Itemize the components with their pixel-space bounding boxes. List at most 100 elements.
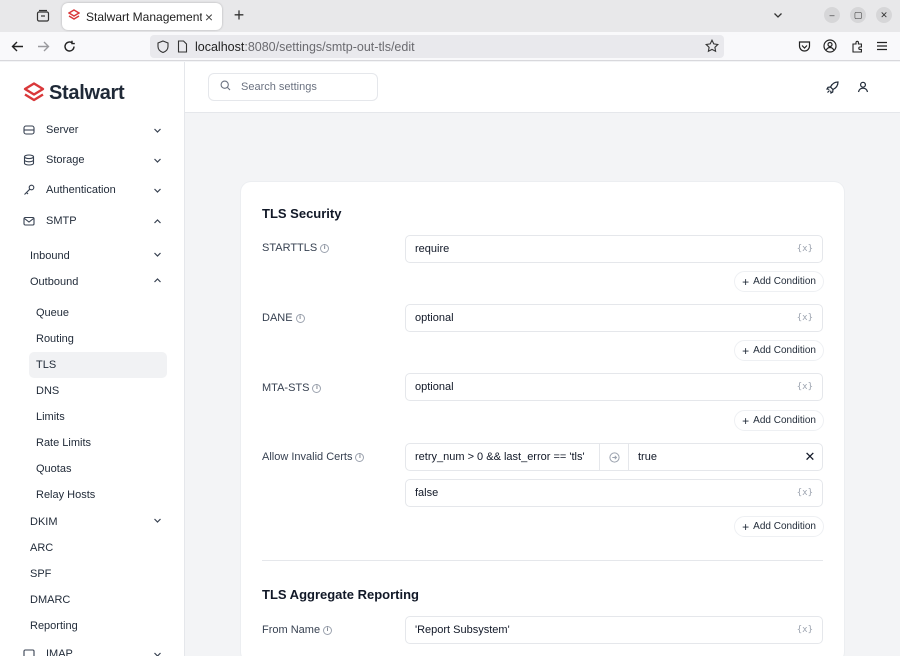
server-icon	[22, 123, 36, 137]
chevron-down-icon	[152, 649, 162, 656]
logo-text: Stalwart	[49, 82, 125, 104]
search-box[interactable]	[208, 73, 378, 101]
forward-arrow-icon[interactable]	[35, 38, 51, 54]
menu-hamburger-icon[interactable]	[874, 38, 890, 54]
plus-icon: +	[742, 413, 750, 428]
sidebar-item-queue[interactable]: Queue	[29, 300, 167, 326]
section-title-tls-security: TLS Security	[262, 206, 342, 221]
condition-row: ✕	[405, 443, 823, 471]
variable-braces-icon[interactable]: {x}	[797, 625, 813, 635]
sidebar-item-outbound[interactable]: Outbound	[30, 271, 162, 293]
mta-sts-input[interactable]	[415, 381, 797, 393]
sidebar-item-routing[interactable]: Routing	[29, 326, 167, 352]
add-condition-label: Add Condition	[753, 345, 816, 356]
sidebar-item-limits[interactable]: Limits	[29, 404, 167, 430]
variable-braces-icon[interactable]: {x}	[797, 313, 813, 323]
page-info-icon[interactable]	[177, 40, 188, 56]
back-arrow-icon[interactable]	[9, 38, 25, 54]
sidebar-item-inbound[interactable]: Inbound	[30, 245, 162, 267]
sidebar-item-imap[interactable]: IMAP	[22, 643, 162, 656]
sidebar-item-dns[interactable]: DNS	[29, 378, 167, 404]
sidebar-item-spf[interactable]: SPF	[30, 563, 162, 585]
sidebar-item-label: Storage	[46, 154, 85, 166]
list-tabs-chevron-icon[interactable]	[770, 7, 786, 23]
remove-condition-icon[interactable]: ✕	[798, 449, 822, 465]
sidebar-item-quotas[interactable]: Quotas	[29, 456, 167, 482]
sidebar-item-label: Reporting	[30, 620, 78, 632]
sidebar-item-server[interactable]: Server	[22, 119, 162, 141]
maximize-window-icon[interactable]: ▢	[850, 7, 866, 23]
rocket-icon[interactable]	[824, 79, 840, 95]
close-tab-icon[interactable]: ×	[202, 9, 216, 25]
starttls-field[interactable]: {x}	[405, 235, 823, 263]
field-label-text: Allow Invalid Certs	[262, 451, 353, 463]
from-name-field[interactable]: {x}	[405, 616, 823, 644]
arrow-right-circle-icon	[600, 444, 629, 470]
account-icon[interactable]	[822, 38, 838, 54]
close-window-icon[interactable]: ✕	[876, 7, 892, 23]
sidebar-item-label: DKIM	[30, 516, 58, 528]
condition-then-input[interactable]	[638, 451, 789, 463]
field-label-text: From Name	[262, 624, 321, 636]
sidebar-item-rate-limits[interactable]: Rate Limits	[29, 430, 167, 456]
user-profile-icon[interactable]	[855, 79, 871, 95]
extensions-icon[interactable]	[849, 38, 865, 54]
field-label-text: STARTTLS	[262, 242, 318, 254]
add-condition-button[interactable]: + Add Condition	[734, 340, 824, 361]
starttls-input[interactable]	[415, 243, 797, 255]
sidebar-item-relay-hosts[interactable]: Relay Hosts	[29, 482, 167, 508]
sidebar-item-dkim[interactable]: DKIM	[30, 511, 162, 533]
sidebar-item-reporting[interactable]: Reporting	[30, 615, 162, 637]
add-condition-button[interactable]: + Add Condition	[734, 516, 824, 537]
url-text: localhost:8080/settings/smtp-out-tls/edi…	[195, 40, 415, 54]
sidebar: Stalwart Server Storage Authentication S…	[0, 62, 185, 656]
sidebar-item-smtp[interactable]: SMTP	[22, 210, 162, 232]
stalwart-logo[interactable]: Stalwart	[23, 82, 125, 105]
minimize-window-icon[interactable]: –	[824, 7, 840, 23]
add-condition-label: Add Condition	[753, 415, 816, 426]
field-label-text: MTA-STS	[262, 382, 310, 394]
variable-braces-icon[interactable]: {x}	[797, 244, 813, 254]
field-label-text: DANE	[262, 312, 293, 324]
tab-title: Stalwart Management	[86, 9, 202, 24]
sidebar-item-authentication[interactable]: Authentication	[22, 179, 162, 201]
dane-field[interactable]: {x}	[405, 304, 823, 332]
address-bar[interactable]: localhost:8080/settings/smtp-out-tls/edi…	[150, 35, 724, 58]
info-icon[interactable]: i	[320, 243, 330, 253]
sidebar-item-dmarc[interactable]: DMARC	[30, 589, 162, 611]
tab-overview-icon[interactable]	[34, 7, 52, 25]
search-icon	[220, 80, 231, 94]
sidebar-item-tls[interactable]: TLS	[29, 352, 167, 378]
variable-braces-icon[interactable]: {x}	[797, 382, 813, 392]
allow-invalid-certs-label: Allow Invalid Certs i	[262, 451, 365, 463]
shield-icon[interactable]	[157, 40, 169, 56]
new-tab-icon[interactable]: +	[230, 6, 248, 25]
info-icon[interactable]: i	[323, 625, 333, 635]
reload-icon[interactable]	[61, 38, 77, 54]
section-title-tls-reporting: TLS Aggregate Reporting	[262, 587, 419, 602]
browser-tab-active[interactable]: Stalwart Management ×	[62, 3, 222, 30]
url-path: :8080/settings/smtp-out-tls/edit	[244, 39, 415, 54]
mta-sts-label: MTA-STS i	[262, 382, 322, 394]
sidebar-item-storage[interactable]: Storage	[22, 149, 162, 171]
sidebar-item-label: DMARC	[30, 594, 71, 606]
variable-braces-icon[interactable]: {x}	[797, 488, 813, 498]
condition-if-input[interactable]	[415, 451, 590, 463]
info-icon[interactable]: i	[312, 383, 322, 393]
allow-invalid-default-field[interactable]: {x}	[405, 479, 823, 507]
allow-invalid-default-input[interactable]	[415, 487, 797, 499]
add-condition-button[interactable]: + Add Condition	[734, 410, 824, 431]
browser-tab-bar: Stalwart Management × + – ▢ ✕	[0, 0, 900, 32]
pocket-icon[interactable]	[796, 38, 812, 54]
info-icon[interactable]: i	[295, 313, 305, 323]
sidebar-item-arc[interactable]: ARC	[30, 537, 162, 559]
chevron-up-icon	[152, 216, 162, 226]
search-input[interactable]	[241, 81, 361, 93]
bookmark-star-icon[interactable]	[705, 38, 719, 56]
dane-input[interactable]	[415, 312, 797, 324]
from-name-input[interactable]	[415, 624, 797, 636]
mta-sts-field[interactable]: {x}	[405, 373, 823, 401]
info-icon[interactable]: i	[355, 452, 365, 462]
stalwart-logo-icon	[23, 82, 45, 105]
add-condition-button[interactable]: + Add Condition	[734, 271, 824, 292]
